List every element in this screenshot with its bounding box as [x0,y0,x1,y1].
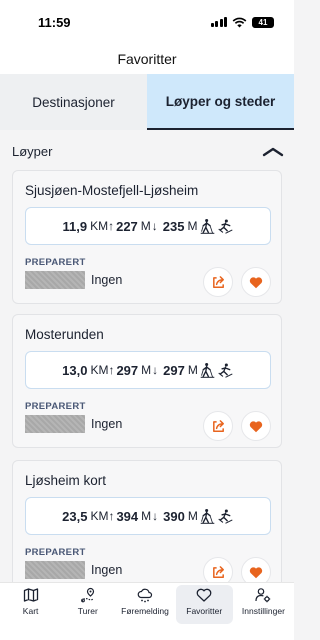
favorite-button[interactable] [241,411,271,441]
nav-label: Turer [77,606,98,616]
tab-loyper-og-steder[interactable]: Løyper og steder [147,74,294,130]
ascent-arrow-icon: ↑ [108,509,115,523]
ascent-unit: M [141,363,152,377]
chevron-up-icon[interactable] [262,147,284,157]
distance-unit: KM [90,363,109,377]
status-time: 11:59 [38,14,71,30]
trail-name: Ljøsheim kort [25,473,107,488]
prep-status-swatch [25,415,85,433]
page-title: Favoritter [117,51,177,67]
battery-level: 41 [258,17,268,27]
ascent-arrow-icon: ↑ [108,363,115,377]
trail-card[interactable]: Ljøsheim kort 23,5 KM ↑ 394 M ↓ 390 M PR… [12,460,282,582]
wifi-icon [232,17,247,27]
nav-item-turer[interactable]: Turer [59,583,116,640]
prep-status-swatch [25,561,85,579]
trail-stats: 11,9 KM ↑ 227 M ↓ 235 M [25,207,271,245]
nav-label: Favoritter [186,606,223,616]
trail-card[interactable]: Mosterunden 13,0 KM ↑ 297 M ↓ 297 M PREP… [12,314,282,448]
nav-label: Innstillinger [241,606,285,616]
nav-item-favoritter[interactable]: Favoritter [175,585,233,624]
favorite-button[interactable] [241,267,271,297]
share-icon [212,565,224,578]
prep-label: PREPARERT [25,401,86,412]
distance-unit: KM [90,509,109,523]
section-label: Løyper [12,144,53,159]
map-icon [23,588,38,602]
route-pin-icon [80,587,94,603]
heart-filled-icon [249,420,263,432]
status-icons: 41 [210,16,274,28]
descent-arrow-icon: ↓ [152,509,159,523]
trail-name: Mosterunden [25,327,104,342]
skate-ski-icon [218,508,233,524]
distance-value: 23,5 [62,508,88,524]
prep-value: Ingen [91,417,123,431]
ascent-value: 394 [116,508,139,524]
prep-status-swatch [25,271,85,289]
nav-item-innstillinger[interactable]: Innstillinger [235,583,292,640]
distance-value: 11,9 [62,218,88,234]
page-header: Favoritter [0,44,294,74]
ascent-unit: M [141,509,152,523]
trail-card[interactable]: Sjusjøen-Mostefjell-Ljøsheim 11,9 KM ↑ 2… [12,170,282,304]
heart-filled-icon [249,566,263,578]
tab-label: Destinasjoner [32,94,115,110]
share-button[interactable] [203,411,233,441]
bottom-nav: Kart Turer Føremelding Favoritter Innsti… [0,582,294,640]
tab-destinasjoner[interactable]: Destinasjoner [0,74,147,130]
ascent-value: 227 [116,218,138,234]
skate-ski-icon [217,218,233,234]
snow-cloud-icon [137,588,153,603]
classic-ski-icon [200,362,215,378]
status-bar: 11:59 41 [0,0,294,44]
user-settings-icon [255,588,271,603]
share-icon [212,275,224,288]
skate-ski-icon [218,362,233,378]
favorites-list: Løyper Sjusjøen-Mostefjell-Ljøsheim 11,9… [0,130,294,582]
heart-icon [196,588,212,602]
nav-item-foremelding[interactable]: Føremelding [116,583,173,640]
descent-unit: M [187,363,198,377]
share-button[interactable] [203,557,233,582]
cellular-signal-icon [210,17,227,27]
descent-arrow-icon: ↓ [152,363,159,377]
ascent-arrow-icon: ↑ [108,219,115,233]
heart-filled-icon [249,276,263,288]
prep-value: Ingen [91,273,123,287]
trail-name: Sjusjøen-Mostefjell-Ljøsheim [25,183,199,198]
nav-label: Føremelding [121,606,169,616]
nav-label: Kart [22,606,39,616]
descent-value: 297 [163,362,185,378]
distance-unit: KM [90,219,109,233]
descent-arrow-icon: ↓ [151,219,158,233]
share-button[interactable] [203,267,233,297]
share-icon [212,419,224,432]
classic-ski-icon [200,508,215,524]
distance-value: 13,0 [62,362,88,378]
classic-ski-icon [200,218,214,234]
descent-value: 390 [163,508,185,524]
nav-item-kart[interactable]: Kart [2,583,59,640]
favorite-button[interactable] [241,557,271,582]
prep-label: PREPARERT [25,547,86,558]
trail-stats: 13,0 KM ↑ 297 M ↓ 297 M [25,351,271,389]
section-header-loyper[interactable]: Løyper [12,144,284,159]
battery-icon: 41 [252,16,274,28]
prep-label: PREPARERT [25,257,86,268]
descent-unit: M [187,509,198,523]
descent-unit: M [187,219,198,233]
descent-value: 235 [162,218,185,234]
ascent-unit: M [140,219,151,233]
tab-label: Løyper og steder [165,93,276,109]
tab-bar: Destinasjoner Løyper og steder [0,74,294,130]
ascent-value: 297 [116,362,139,378]
prep-value: Ingen [91,563,123,577]
trail-stats: 23,5 KM ↑ 394 M ↓ 390 M [25,497,271,535]
